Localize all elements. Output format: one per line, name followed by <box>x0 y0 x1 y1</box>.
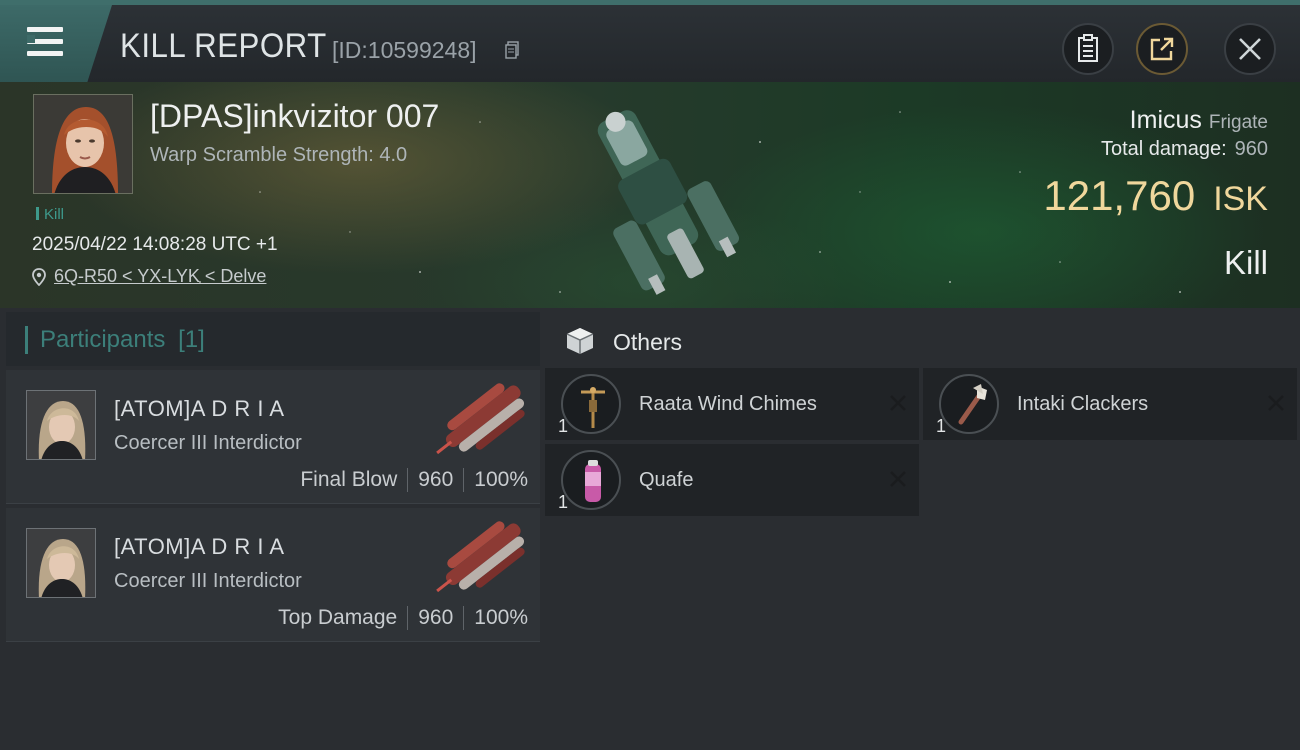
close-button[interactable] <box>1224 23 1276 75</box>
clipboard-button[interactable] <box>1062 23 1114 75</box>
participant-damage: 960 <box>418 606 454 629</box>
cargo-box-icon <box>566 328 594 354</box>
others-title: Others <box>613 329 683 355</box>
victim-ship-image[interactable] <box>570 86 740 306</box>
participant-percent: 100% <box>474 606 528 629</box>
participant-avatar[interactable] <box>26 528 96 598</box>
participant-ship: Coercer III Interdictor <box>114 432 302 454</box>
victim-banner: [DPAS]inkvizitor 007 Warp Scramble Stren… <box>0 82 1300 308</box>
victim-ship-class: Frigate <box>1208 112 1268 133</box>
menu-icon <box>27 27 63 57</box>
participant-role: Final Blow <box>300 468 398 491</box>
item-icon <box>939 374 999 434</box>
others-header: Others <box>545 312 1300 366</box>
participant-ship-image[interactable] <box>432 514 536 606</box>
participant-ship: Coercer III Interdictor <box>114 570 302 592</box>
participant-row[interactable]: [ATOM]A D R I A Coercer III Interdictor … <box>6 370 540 504</box>
share-button[interactable] <box>1136 23 1188 75</box>
victim-portrait[interactable] <box>33 94 133 194</box>
participant-stats: Top Damage 960 100% <box>278 606 528 630</box>
participant-role: Top Damage <box>278 606 398 629</box>
item-icon <box>561 374 621 434</box>
victim-name[interactable]: [DPAS]inkvizitor 007 <box>150 98 439 135</box>
participant-damage: 960 <box>418 468 454 491</box>
location-link[interactable]: 6Q-R50 < YX-LYK < Delve <box>54 266 266 286</box>
cargo-item[interactable]: 1 Quafe <box>545 444 919 516</box>
participant-avatar[interactable] <box>26 390 96 460</box>
share-icon <box>1150 37 1174 61</box>
participant-name[interactable]: [ATOM]A D R I A <box>114 534 285 560</box>
destroyed-x-icon <box>890 471 906 487</box>
isk-unit: ISK <box>1213 180 1268 218</box>
item-quantity: 1 <box>936 416 947 436</box>
clipboard-icon <box>1078 34 1098 62</box>
item-name: Quafe <box>639 469 694 491</box>
kill-datetime: 2025/04/22 14:08:28 UTC +1 <box>32 234 278 255</box>
kill-result: Kill <box>1223 244 1268 281</box>
location-pin-icon <box>32 268 46 286</box>
destroyed-x-icon <box>890 395 906 411</box>
total-damage: Total damage: 960 <box>1101 138 1268 161</box>
top-bar: KILL REPORT [ID:10599248] <box>0 0 1300 82</box>
participant-row[interactable]: [ATOM]A D R I A Coercer III Interdictor … <box>6 508 540 642</box>
menu-button[interactable] <box>0 5 112 82</box>
total-damage-label: Total damage: <box>1100 138 1227 160</box>
item-quantity: 1 <box>558 492 569 512</box>
copy-icon[interactable] <box>505 41 519 59</box>
participant-percent: 100% <box>474 468 528 491</box>
participant-name[interactable]: [ATOM]A D R I A <box>114 396 285 422</box>
participant-stats: Final Blow 960 100% <box>300 468 528 492</box>
kill-location[interactable]: 6Q-R50 < YX-LYK < Delve <box>32 266 266 287</box>
kill-tag: Kill <box>36 206 64 223</box>
item-name: Raata Wind Chimes <box>639 393 817 415</box>
participants-count: [1] <box>178 326 205 353</box>
total-damage-value: 960 <box>1234 138 1268 160</box>
participants-header[interactable]: Participants [1] <box>6 312 540 366</box>
close-icon <box>1239 38 1261 60</box>
participants-panel: Participants [1] [ATOM]A D R I A Coercer… <box>6 312 540 744</box>
warp-scramble-strength: Warp Scramble Strength: 4.0 <box>150 144 408 166</box>
participant-ship-image[interactable] <box>432 376 536 468</box>
item-quantity: 1 <box>558 416 569 436</box>
victim-ship-name[interactable]: Imicus <box>1130 106 1202 134</box>
isk-amount: 121,760 <box>1043 172 1196 219</box>
item-icon <box>561 450 621 510</box>
participants-title: Participants [1] <box>25 326 205 354</box>
item-name: Intaki Clackers <box>1017 393 1149 415</box>
cargo-item[interactable]: 1 Intaki Clackers <box>923 368 1297 440</box>
isk-value: 121,760 ISK <box>1043 172 1268 220</box>
page-title: KILL REPORT <box>120 27 327 65</box>
victim-ship-info: Imicus Frigate <box>1130 106 1268 135</box>
others-panel: Others 1 Raata Wind Chimes 1 Intaki Clac… <box>545 312 1300 744</box>
destroyed-x-icon <box>1268 395 1284 411</box>
report-id: [ID:10599248] <box>332 37 477 63</box>
cargo-item[interactable]: 1 Raata Wind Chimes <box>545 368 919 440</box>
